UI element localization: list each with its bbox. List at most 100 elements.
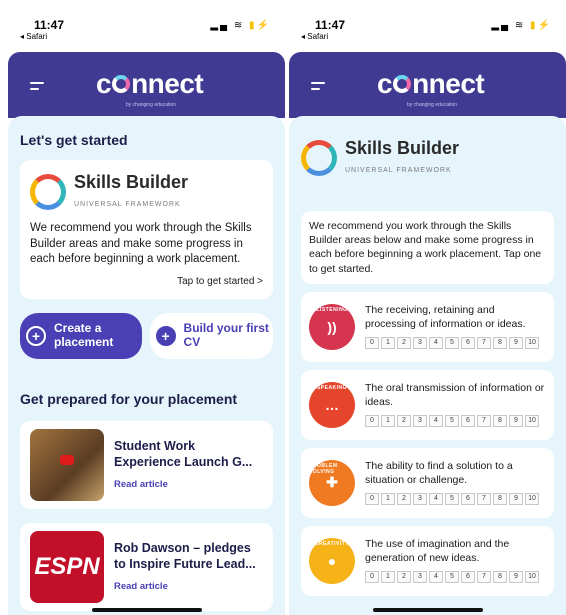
skill-card[interactable]: LISTENING)) The receiving, retaining and … (301, 291, 554, 362)
skills-builder-name: Skills Builder (74, 172, 189, 192)
page-title: Let's get started (20, 132, 128, 148)
skill-card[interactable]: PROBLEM SOLVING ✚ The ability to find a so… (301, 447, 554, 518)
menu-icon[interactable] (311, 82, 325, 94)
scale-step[interactable]: 9 (509, 337, 523, 350)
status-icons: ▂▄ ≋ ▮⚡ (210, 20, 271, 31)
article-title: Student Work Experience Launch G... (114, 439, 253, 470)
skills-builder-name: Skills Builder (345, 138, 460, 158)
scale-step[interactable]: 8 (493, 493, 507, 506)
menu-icon[interactable] (30, 82, 44, 94)
scale-step[interactable]: 3 (413, 415, 427, 428)
scale-step[interactable]: 4 (429, 337, 443, 350)
scale-step[interactable]: 8 (493, 571, 507, 584)
skill-glyph: ● (327, 552, 337, 569)
scale-step[interactable]: 10 (525, 337, 539, 350)
scale-step[interactable]: 9 (509, 493, 523, 506)
back-to-safari[interactable]: ◂ Safari (20, 32, 47, 41)
create-placement-label: Create a placement (54, 320, 114, 349)
read-article-link[interactable]: Read article (114, 581, 263, 592)
skill-icon: PROBLEM SOLVING ✚ (309, 459, 355, 506)
right-screen: 11:47 ◂ Safari ▂▄ ≋ ▮⚡ c nnect by changin… (289, 0, 566, 615)
read-article-link[interactable]: Read article (114, 479, 263, 490)
article-title: Rob Dawson – pledges to Inspire Future L… (114, 541, 256, 572)
scale-step[interactable]: 7 (477, 415, 491, 428)
skill-description: The use of imagination and the generatio… (365, 538, 510, 564)
skill-icon: LISTENING)) (309, 303, 355, 350)
plus-icon: + (26, 325, 46, 346)
scale-step[interactable]: 7 (477, 571, 491, 584)
article-thumbnail (30, 428, 104, 501)
scale-step[interactable]: 9 (509, 415, 523, 428)
scale-step[interactable]: 8 (493, 337, 507, 350)
scale-step[interactable]: 3 (413, 493, 427, 506)
skill-glyph: ✚ (326, 474, 338, 491)
skills-builder-logo-icon (30, 173, 66, 210)
build-cv-button[interactable]: + Build your first CV (149, 312, 273, 359)
status-time: 11:47 (315, 18, 346, 32)
scale-step[interactable]: 7 (477, 493, 491, 506)
skills-builder-subtitle: UNIVERSAL FRAMEWORK (74, 201, 181, 208)
scale-step[interactable]: 2 (397, 415, 411, 428)
scale-step[interactable]: 10 (525, 415, 539, 428)
scale-step[interactable]: 9 (509, 571, 523, 584)
scale-step[interactable]: 10 (525, 571, 539, 584)
scale-step[interactable]: 2 (397, 337, 411, 350)
scale-step[interactable]: 0 (365, 337, 379, 350)
back-to-safari[interactable]: ◂ Safari (301, 32, 328, 41)
skill-description: The oral transmission of information or … (365, 382, 545, 408)
skill-icon: CREATIVITY ● (309, 537, 355, 584)
skill-card[interactable]: CREATIVITY ● The use of imagination and th… (301, 525, 554, 596)
espn-thumbnail: ESPN (30, 530, 104, 603)
skill-description: The receiving, retaining and processing … (365, 304, 526, 330)
status-bar: 11:47 ◂ Safari ▂▄ ≋ ▮⚡ (289, 0, 566, 52)
app-header: c nnect by changing education (8, 52, 285, 118)
skill-icon: SPEAKING… (309, 381, 355, 428)
scale-step[interactable]: 0 (365, 415, 379, 428)
skill-glyph: )) (327, 318, 337, 335)
scale-step[interactable]: 1 (381, 337, 395, 350)
scale-step[interactable]: 0 (365, 493, 379, 506)
scale-step[interactable]: 4 (429, 415, 443, 428)
scale-step[interactable]: 7 (477, 337, 491, 350)
scale-step[interactable]: 1 (381, 415, 395, 428)
skill-scale: 0 1 2 3 4 5 6 7 8 9 10 (365, 571, 546, 584)
scale-step[interactable]: 6 (461, 337, 475, 350)
app-logo: c nnect (377, 68, 485, 99)
scale-step[interactable]: 10 (525, 493, 539, 506)
article-card[interactable]: Student Work Experience Launch G... Read… (20, 420, 273, 509)
scale-step[interactable]: 4 (429, 493, 443, 506)
home-indicator (372, 608, 483, 612)
get-started-link[interactable]: Tap to get started > (30, 276, 263, 287)
scale-step[interactable]: 5 (445, 415, 459, 428)
scale-step[interactable]: 0 (365, 571, 379, 584)
scale-step[interactable]: 5 (445, 571, 459, 584)
home-indicator (91, 608, 202, 612)
scale-step[interactable]: 2 (397, 571, 411, 584)
scale-step[interactable]: 3 (413, 571, 427, 584)
scale-step[interactable]: 6 (461, 415, 475, 428)
skills-builder-card[interactable]: Skills Builder UNIVERSAL FRAMEWORK We re… (20, 160, 273, 299)
skills-builder-subtitle: UNIVERSAL FRAMEWORK (345, 167, 452, 174)
skill-scale: 0 1 2 3 4 5 6 7 8 9 10 (365, 493, 546, 506)
left-screen: 11:47 ◂ Safari ▂▄ ≋ ▮⚡ c nnect by changin… (8, 0, 285, 615)
scale-step[interactable]: 5 (445, 337, 459, 350)
scale-step[interactable]: 2 (397, 493, 411, 506)
app-tagline: by changing education (407, 102, 458, 108)
app-header: c nnect by changing education (289, 52, 566, 118)
scale-step[interactable]: 1 (381, 493, 395, 506)
app-tagline: by changing education (126, 102, 177, 108)
skill-card[interactable]: SPEAKING … The oral transmission of inform… (301, 369, 554, 440)
create-placement-button[interactable]: + Create a placement (20, 312, 142, 359)
scale-step[interactable]: 5 (445, 493, 459, 506)
scale-step[interactable]: 4 (429, 571, 443, 584)
scale-step[interactable]: 6 (461, 571, 475, 584)
status-bar: 11:47 ◂ Safari ▂▄ ≋ ▮⚡ (8, 0, 285, 52)
scale-step[interactable]: 1 (381, 571, 395, 584)
scale-step[interactable]: 6 (461, 493, 475, 506)
intro-card: We recommend you work through the Skills… (301, 211, 554, 284)
article-card[interactable]: ESPN Rob Dawson – pledges to Inspire Fut… (20, 522, 273, 611)
scale-step[interactable]: 3 (413, 337, 427, 350)
skill-scale: 0 1 2 3 4 5 6 7 8 9 10 (365, 337, 546, 350)
main-content: Skills Builder UNIVERSAL FRAMEWORK We re… (289, 116, 566, 615)
scale-step[interactable]: 8 (493, 415, 507, 428)
